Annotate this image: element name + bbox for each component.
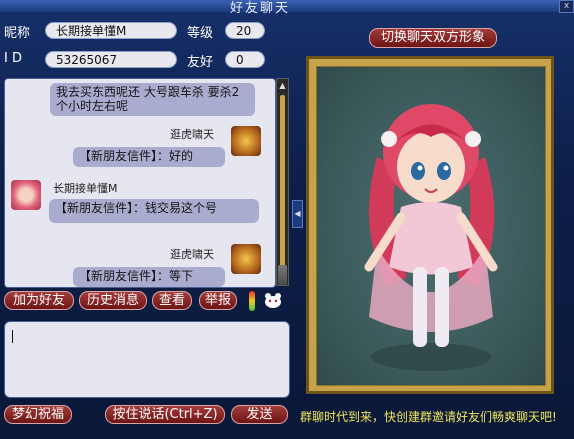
id-field: 53265067	[45, 51, 177, 68]
footer-notice: 群聊时代到来，快创建群邀请好友们畅爽聊天吧!	[300, 410, 557, 424]
chat-scrollbar[interactable]: ▲	[276, 78, 289, 286]
character-figure-icon	[364, 104, 498, 371]
friendship-label: 友好	[187, 55, 214, 70]
level-label: 等级	[187, 26, 214, 41]
portrait-frame	[306, 56, 554, 394]
girl-avatar	[11, 180, 41, 210]
dream-wish-button[interactable]: 梦幻祝福	[4, 405, 72, 424]
message-bubble: 我去买东西呢还 大号跟车杀 要杀2个小时左右呢	[50, 83, 255, 116]
history-button[interactable]: 历史消息	[79, 291, 147, 310]
collapse-panel-icon[interactable]: ◀	[292, 200, 303, 228]
sender-name: 长期接单懂M	[53, 182, 118, 195]
scroll-up-icon[interactable]: ▲	[278, 80, 287, 92]
voice-button[interactable]: 按住说话(Ctrl+Z)	[105, 405, 225, 424]
text-caret	[12, 330, 13, 343]
nickname-field: 长期接单懂M	[45, 22, 177, 39]
send-button[interactable]: 发送	[231, 405, 288, 424]
id-label: I D	[4, 51, 22, 66]
nickname-label: 昵称	[4, 26, 31, 41]
report-button[interactable]: 举报	[199, 291, 237, 310]
window-title: 好友聊天	[230, 1, 291, 16]
scroll-thumb[interactable]	[278, 265, 287, 285]
tiger-avatar	[231, 244, 261, 274]
friendship-field: 0	[225, 51, 265, 68]
message-bubble: 【新朋友信件】：等下	[73, 267, 225, 287]
title-bar[interactable]: 好友聊天 x	[0, 0, 574, 16]
view-button[interactable]: 查看	[152, 291, 192, 310]
tiger-avatar	[231, 126, 261, 156]
scroll-track[interactable]	[280, 95, 285, 271]
character-portrait	[316, 66, 546, 386]
close-button[interactable]: x	[559, 0, 574, 13]
message-bubble: 【新朋友信件】：好的	[73, 147, 225, 167]
message-bubble: 【新朋友信件】：钱交易这个号	[49, 199, 259, 223]
add-friend-button[interactable]: 加为好友	[4, 291, 74, 310]
sender-name: 逛虎啸天	[170, 248, 214, 261]
signal-meter-icon	[249, 291, 255, 311]
sender-name: 逛虎啸天	[170, 128, 214, 141]
pet-icon[interactable]	[262, 290, 284, 310]
level-field: 20	[225, 22, 265, 39]
chat-window: 好友聊天 x 昵称 长期接单懂M 等级 20 I D 53265067 友好 0…	[0, 0, 574, 439]
chat-log[interactable]: 我去买东西呢还 大号跟车杀 要杀2个小时左右呢 逛虎啸天 【新朋友信件】：好的 …	[4, 78, 276, 288]
message-input[interactable]	[4, 321, 290, 398]
switch-avatar-button[interactable]: 切换聊天双方形象	[369, 28, 497, 48]
